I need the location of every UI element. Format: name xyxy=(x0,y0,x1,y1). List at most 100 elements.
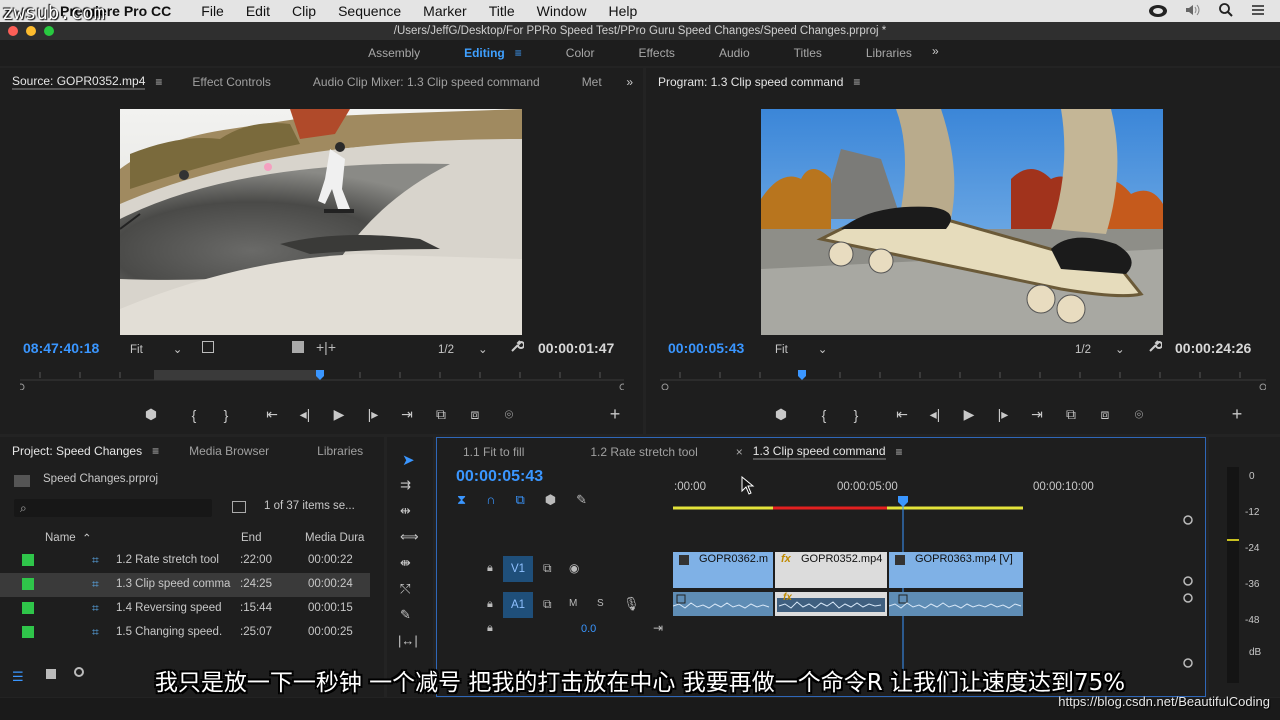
workspace-libraries[interactable]: Libraries xyxy=(866,46,912,60)
lock-track-icon[interactable]: 🔒︎ xyxy=(487,598,493,611)
wrench-icon[interactable] xyxy=(1148,339,1163,356)
mark-in-button[interactable]: { xyxy=(808,407,840,423)
overwrite-button[interactable]: ⧈ xyxy=(458,406,492,423)
list-item[interactable]: ⌗ 1.5 Changing speed. :25:07 00:00:25 xyxy=(0,621,370,645)
play-icon[interactable]: ▶ xyxy=(322,406,356,423)
program-fit-dropdown[interactable]: Fit ⌄ xyxy=(775,342,827,356)
rolling-edit-tool-icon[interactable]: ⟺ xyxy=(400,529,419,545)
toggle-sync-lock-icon[interactable]: ⧉ xyxy=(543,597,552,612)
lock-track-icon[interactable]: 🔒︎ xyxy=(487,622,493,635)
step-back-icon[interactable]: ◂| xyxy=(918,406,952,423)
audio-clip-gopr0363[interactable] xyxy=(889,592,1023,616)
workspace-editing[interactable]: Editing xyxy=(464,46,505,60)
source-tabs-overflow-button[interactable]: » xyxy=(626,75,633,89)
tab-effect-controls[interactable]: Effect Controls xyxy=(192,75,270,89)
selection-tool-icon[interactable]: ➤ xyxy=(402,451,415,469)
source-playhead-timecode[interactable]: 08:47:40:18 xyxy=(23,340,99,356)
add-marker-icon[interactable]: ⬢ xyxy=(140,406,162,423)
tab-sequence-rate-stretch[interactable]: 1.2 Rate stretch tool xyxy=(590,445,697,459)
solo-track-button[interactable]: S xyxy=(597,598,604,609)
pen-tool-icon[interactable]: ✎ xyxy=(400,607,411,623)
master-volume-value[interactable]: 0.0 xyxy=(581,623,596,635)
step-forward-icon[interactable]: |▸ xyxy=(986,406,1020,423)
tab-source[interactable]: Source: GOPR0352.mp4 xyxy=(12,74,146,90)
insert-icon[interactable]: +|+ xyxy=(316,339,336,355)
new-bin-from-search-icon[interactable] xyxy=(232,501,246,513)
go-to-in-icon[interactable]: ⇤ xyxy=(256,406,288,423)
workspace-audio[interactable]: Audio xyxy=(719,46,750,60)
sort-ascending-icon[interactable]: ⌃ xyxy=(82,531,92,545)
track-select-tool-icon[interactable]: ⇉ xyxy=(400,477,411,493)
tab-libraries[interactable]: Libraries xyxy=(317,444,363,458)
mark-out-button[interactable]: } xyxy=(210,407,242,423)
menu-edit[interactable]: Edit xyxy=(246,3,270,19)
source-scrub-bar[interactable] xyxy=(17,368,627,391)
mark-in-icon[interactable] xyxy=(292,341,304,353)
spotlight-search-icon[interactable] xyxy=(1218,2,1234,21)
play-icon[interactable]: ▶ xyxy=(952,406,986,423)
source-panel-menu-icon[interactable]: ≡ xyxy=(155,75,162,89)
lift-button[interactable]: ⧉ xyxy=(1054,406,1088,423)
button-editor-plus-icon[interactable]: + xyxy=(598,404,632,425)
menu-clip[interactable]: Clip xyxy=(292,3,316,19)
step-back-icon[interactable]: ◂| xyxy=(288,406,322,423)
insert-button[interactable]: ⧉ xyxy=(424,406,458,423)
mute-track-button[interactable]: M xyxy=(569,598,577,609)
tab-audio-clip-mixer[interactable]: Audio Clip Mixer: 1.3 Clip speed command xyxy=(313,75,540,89)
list-item[interactable]: ⌗ 1.3 Clip speed comma :24:25 00:00:24 xyxy=(0,573,370,597)
go-to-out-icon[interactable]: ⇥ xyxy=(390,406,424,423)
zoom-window-button[interactable] xyxy=(44,26,54,36)
export-frame-icon[interactable]: ⌾ xyxy=(492,406,526,423)
project-search-input[interactable]: ⌕ xyxy=(14,499,212,517)
button-editor-plus-icon[interactable]: + xyxy=(1220,404,1254,425)
video-clip-gopr0352-selected[interactable]: fx GOPR0352.mp4 xyxy=(775,552,887,588)
menu-marker[interactable]: Marker xyxy=(423,3,467,19)
rate-stretch-tool-icon[interactable]: ⇼ xyxy=(400,555,411,571)
program-resolution-dropdown[interactable]: 1/2 ⌄ xyxy=(1075,342,1125,356)
workspace-assembly[interactable]: Assembly xyxy=(368,46,420,60)
tab-program[interactable]: Program: 1.3 Clip speed command xyxy=(658,75,843,89)
track-target-a1[interactable]: A1 xyxy=(503,592,533,618)
close-tab-icon[interactable]: × xyxy=(736,445,743,459)
creative-cloud-icon[interactable] xyxy=(1148,2,1168,21)
tab-metadata[interactable]: Metad xyxy=(582,75,603,89)
column-header-media-duration[interactable]: Media Dura xyxy=(305,532,364,544)
mark-out-button[interactable]: } xyxy=(840,407,872,423)
volume-icon[interactable] xyxy=(1184,2,1202,21)
workspace-menu-icon[interactable]: ≡ xyxy=(515,46,522,60)
slip-tool-icon[interactable]: |↔| xyxy=(398,633,418,648)
close-window-button[interactable] xyxy=(8,26,18,36)
workspace-color[interactable]: Color xyxy=(566,46,595,60)
tab-sequence-fit-to-fill[interactable]: 1.1 Fit to fill xyxy=(463,445,524,459)
step-forward-icon[interactable]: |▸ xyxy=(356,406,390,423)
program-panel-menu-icon[interactable]: ≡ xyxy=(853,75,860,89)
tab-media-browser[interactable]: Media Browser xyxy=(189,444,269,458)
export-frame-icon[interactable]: ⌾ xyxy=(1122,406,1156,423)
source-fit-dropdown[interactable]: Fit ⌄ xyxy=(130,342,182,356)
safe-margins-icon[interactable] xyxy=(202,341,214,353)
workspaces-overflow-button[interactable]: » xyxy=(932,44,939,58)
audio-clip-gopr0352-selected[interactable]: fx xyxy=(775,592,887,616)
toggle-sync-lock-icon[interactable]: ⧉ xyxy=(543,561,552,576)
project-panel-menu-icon[interactable]: ≡ xyxy=(152,444,159,458)
menu-title[interactable]: Title xyxy=(489,3,515,19)
tab-project[interactable]: Project: Speed Changes xyxy=(12,444,142,458)
minimize-window-button[interactable] xyxy=(26,26,36,36)
razor-tool-icon[interactable]: ⤲ xyxy=(400,581,410,597)
notification-center-icon[interactable] xyxy=(1250,2,1266,21)
workspace-titles[interactable]: Titles xyxy=(794,46,822,60)
program-video-frame[interactable] xyxy=(761,109,1163,335)
video-clip-gopr0362[interactable]: GOPR0362.m xyxy=(673,552,773,588)
menu-file[interactable]: File xyxy=(201,3,224,19)
mark-in-button[interactable]: { xyxy=(178,407,210,423)
column-header-name[interactable]: Name xyxy=(45,532,76,544)
toggle-track-output-eye-icon[interactable]: ◉ xyxy=(569,561,579,575)
menu-help[interactable]: Help xyxy=(608,3,637,19)
source-resolution-dropdown[interactable]: 1/2 ⌄ xyxy=(438,342,488,356)
source-video-frame[interactable] xyxy=(120,109,522,335)
timeline-panel-menu-icon[interactable]: ≡ xyxy=(896,445,903,459)
menu-sequence[interactable]: Sequence xyxy=(338,3,401,19)
ripple-edit-tool-icon[interactable]: ⇹ xyxy=(400,503,411,519)
program-playhead-timecode[interactable]: 00:00:05:43 xyxy=(668,340,744,356)
list-item[interactable]: ⌗ 1.4 Reversing speed :15:44 00:00:15 xyxy=(0,597,370,621)
